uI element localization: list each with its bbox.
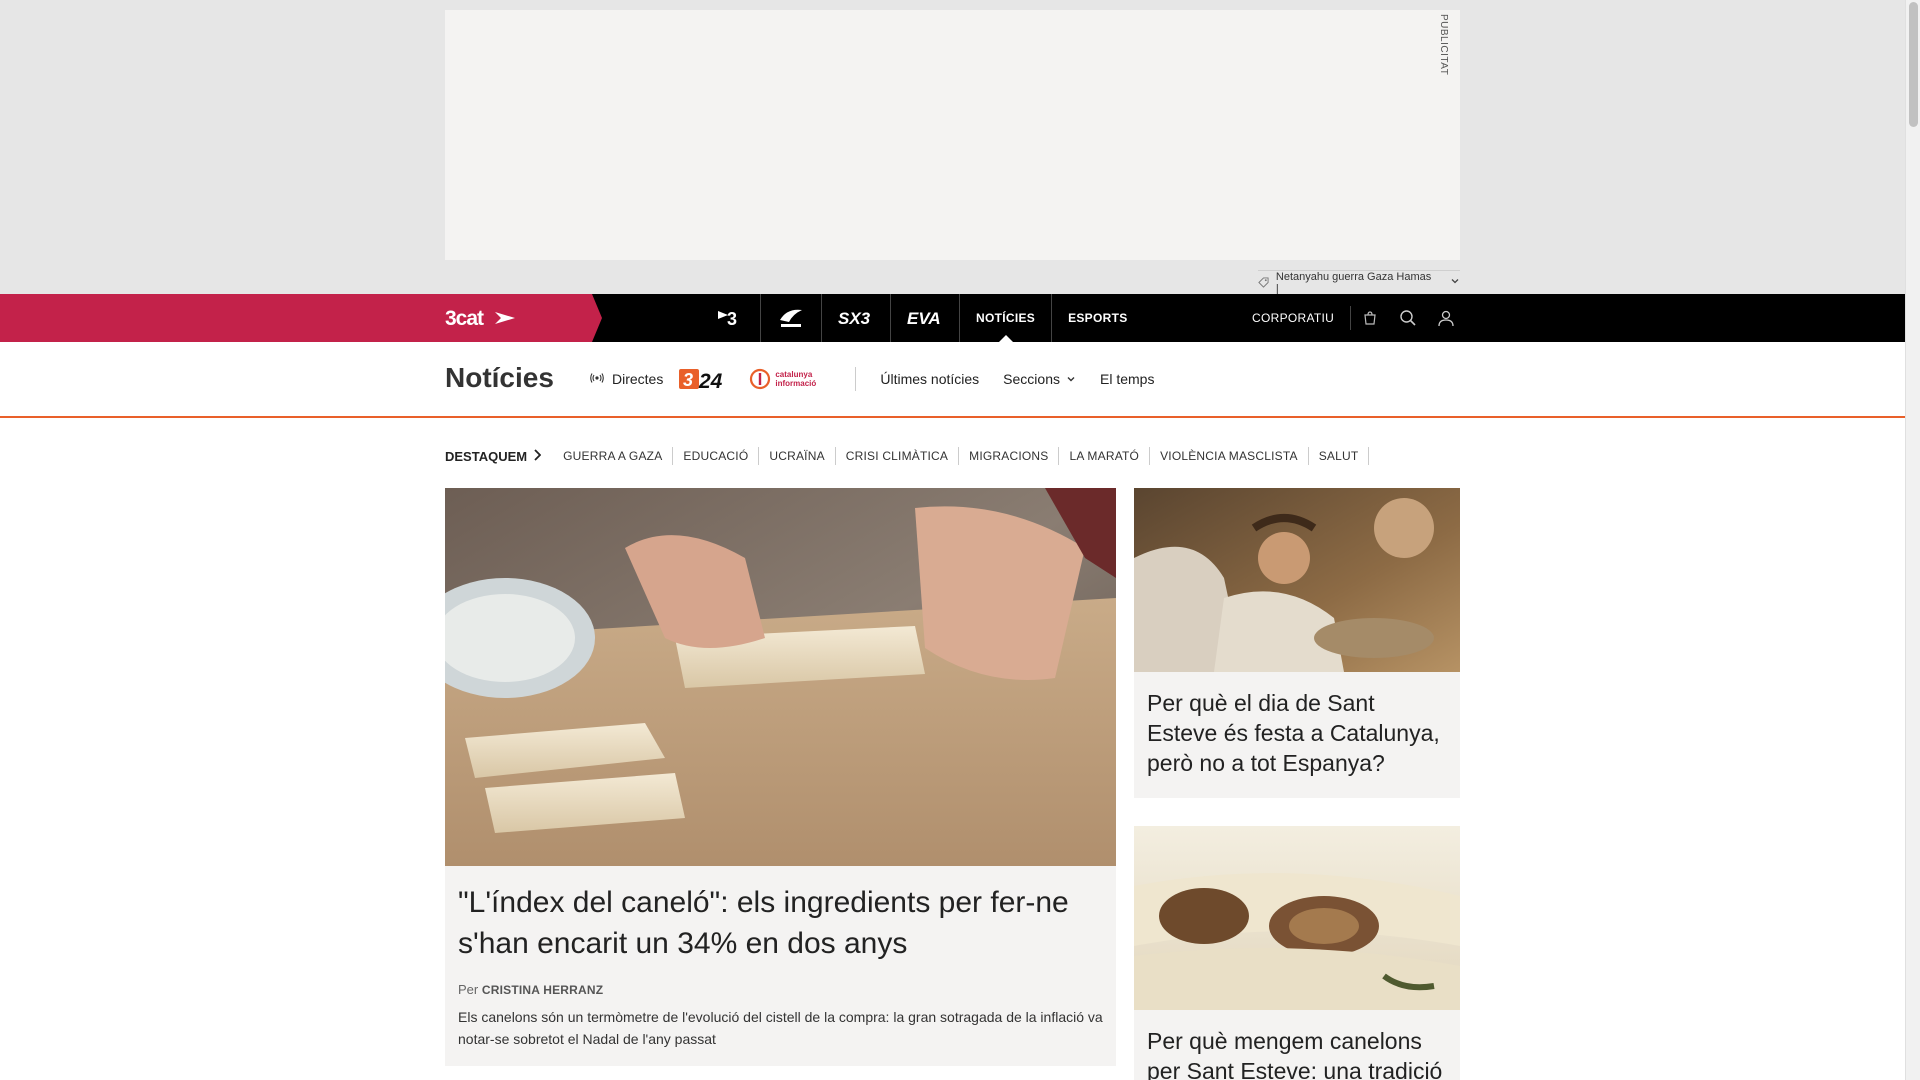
sx3-logo-icon: SX3 (838, 309, 871, 328)
main-article-summary: Els canelons són un termòmetre de l'evol… (458, 1009, 1103, 1047)
el-temps-link[interactable]: El temps (1100, 371, 1154, 387)
shop-icon[interactable] (1351, 294, 1389, 342)
byline: Per CRISTINA HERRANZ (458, 982, 603, 997)
live-broadcast-icon (590, 371, 604, 387)
channel-eva[interactable]: EVA (891, 294, 960, 342)
ci-logo-text: catalunya informació (775, 370, 817, 388)
seccions-label: Seccions (1003, 371, 1060, 387)
logo-catalunya-informacio[interactable]: catalunya informació (749, 368, 831, 390)
highlight-item[interactable]: UCRAÏNA (759, 447, 836, 465)
directes-label: Directes (612, 371, 664, 387)
svg-text:3: 3 (683, 370, 693, 390)
3cat-logo-icon: 3cat (445, 307, 515, 329)
highlights-label: DESTAQUEM (445, 448, 528, 464)
svg-text:3: 3 (727, 309, 737, 329)
side-article-title[interactable]: Per què mengem canelons per Sant Esteve:… (1134, 1010, 1460, 1080)
main-article-title[interactable]: "L'índex del caneló": els ingredients pe… (458, 882, 1098, 964)
byline-prefix: Per (458, 982, 479, 997)
scrollbar[interactable] (1905, 0, 1920, 1080)
highlights-bar: DESTAQUEM GUERRA A GAZA EDUCACIÓ UCRAÏNA… (445, 446, 1370, 466)
ad-label: PUBLICITAT (1438, 14, 1449, 76)
nav-right: CORPORATIU (1236, 294, 1465, 342)
main-article-image[interactable] (445, 488, 1116, 866)
side-article-image[interactable] (1134, 488, 1460, 672)
section-nav: Directes 3 24 catalunya informació Últim… (590, 342, 1166, 416)
highlight-item[interactable]: GUERRA A GAZA (553, 447, 674, 465)
svg-text:24: 24 (698, 370, 723, 391)
svg-text:SX3: SX3 (838, 309, 871, 328)
chevron-down-icon[interactable] (1450, 276, 1460, 289)
highlight-item[interactable]: LA MARATÓ (1059, 447, 1151, 465)
top-navbar: 3cat 3 SX3 EVA NOTÍCIES ESPORTS CORPORAT… (0, 294, 1905, 342)
channel-tv3[interactable]: 3 (700, 294, 761, 342)
eva-logo-icon: EVA (907, 309, 941, 328)
ad-banner[interactable] (445, 10, 1460, 260)
nav-esports[interactable]: ESPORTS (1051, 294, 1143, 342)
side-article-title[interactable]: Per què el dia de Sant Esteve és festa a… (1134, 672, 1460, 778)
divider (855, 367, 857, 391)
section-header: Notícies Directes 3 24 catalunya informa… (0, 342, 1905, 418)
directes-link[interactable]: Directes (590, 371, 663, 387)
highlight-item[interactable]: EDUCACIÓ (673, 447, 760, 465)
channel-sx3[interactable]: SX3 (822, 294, 891, 342)
channel-nav: 3 SX3 EVA NOTÍCIES ESPORTS (700, 294, 1144, 342)
search-icon[interactable] (1389, 294, 1427, 342)
ultimes-noticies-link[interactable]: Últimes notícies (880, 371, 979, 387)
324-logo-icon: 3 24 (679, 369, 723, 391)
highlight-item[interactable]: CRISI CLIMÀTICA (836, 447, 960, 465)
side-article-card[interactable]: Per què mengem canelons per Sant Esteve:… (1134, 826, 1460, 1080)
brand-logo[interactable]: 3cat (445, 306, 517, 330)
highlights-head[interactable]: DESTAQUEM (445, 448, 542, 464)
trending-tags[interactable]: Netanyahu guerra Gaza Hamas | (1258, 270, 1460, 295)
nav-corporatiu[interactable]: CORPORATIU (1236, 306, 1352, 330)
scrollbar-thumb[interactable] (1909, 2, 1918, 127)
highlight-item[interactable]: VIOLÈNCIA MASCLISTA (1150, 447, 1309, 465)
page: PUBLICITAT Netanyahu guerra Gaza Hamas |… (0, 0, 1920, 1080)
ci-logo-icon (750, 368, 771, 390)
main-article-card[interactable]: "L'índex del caneló": els ingredients pe… (445, 488, 1116, 1066)
nav-noticies[interactable]: NOTÍCIES (960, 294, 1051, 342)
highlight-item[interactable]: SALUT (1309, 447, 1370, 465)
trending-tags-text[interactable]: Netanyahu guerra Gaza Hamas | (1276, 271, 1436, 295)
seccions-dropdown[interactable]: Seccions (1003, 371, 1076, 387)
user-icon[interactable] (1427, 294, 1465, 342)
tag-icon (1258, 277, 1270, 289)
side-article-image[interactable] (1134, 826, 1460, 1010)
svg-text:EVA: EVA (907, 309, 941, 328)
author-name[interactable]: CRISTINA HERRANZ (482, 983, 603, 997)
ad-zone: PUBLICITAT Netanyahu guerra Gaza Hamas | (0, 0, 1905, 295)
channel-catradio[interactable] (761, 294, 822, 342)
svg-text:3cat: 3cat (445, 307, 484, 329)
side-article-card[interactable]: Per què el dia de Sant Esteve és festa a… (1134, 488, 1460, 798)
tv3-logo-icon: 3 (718, 309, 737, 329)
logo-324[interactable]: 3 24 (679, 367, 733, 391)
highlight-item[interactable]: MIGRACIONS (959, 447, 1060, 465)
chevron-down-icon (1066, 371, 1076, 387)
page-title[interactable]: Notícies (445, 362, 554, 394)
catradio-logo-icon (780, 309, 802, 327)
chevron-right-icon (533, 448, 542, 464)
